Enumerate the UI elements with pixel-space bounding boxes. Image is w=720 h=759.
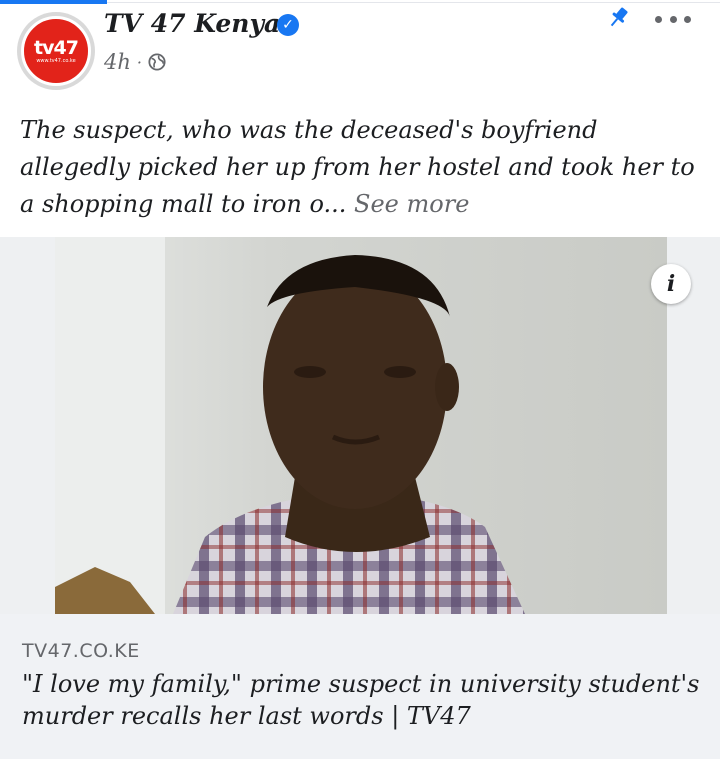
link-preview-card[interactable]: TV47.CO.KE "I love my family," prime sus… [0,614,720,759]
info-button[interactable]: i [651,264,691,304]
avatar-logo-text: tv47 [34,36,79,59]
post-time[interactable]: 4h [104,50,131,74]
page-avatar[interactable]: tv47 www.tv47.co.ke [17,12,95,90]
post-header: tv47 www.tv47.co.ke TV 47 Kenya ✓ 4h · [0,0,720,100]
globe-icon [148,53,166,71]
link-title[interactable]: "I love my family," prime suspect in uni… [22,668,702,732]
page-name-link[interactable]: TV 47 Kenya [104,9,280,38]
avatar-logo-subtext: www.tv47.co.ke [36,57,76,64]
meta-separator: · [136,52,142,72]
dot [684,15,691,23]
more-options-icon[interactable] [655,8,691,30]
link-preview-image[interactable] [0,237,720,614]
tv47-logo: tv47 www.tv47.co.ke [21,16,91,86]
check-badge-icon: ✓ [277,14,299,36]
suspect-photo [55,237,667,614]
see-more-link[interactable]: See more [354,190,469,218]
link-domain: TV47.CO.KE [22,640,140,662]
dot [655,15,662,23]
pin-icon[interactable] [604,6,632,30]
post-meta: 4h · [104,50,166,74]
dot [669,15,677,23]
post-caption: The suspect, who was the deceased's boyf… [20,112,710,223]
